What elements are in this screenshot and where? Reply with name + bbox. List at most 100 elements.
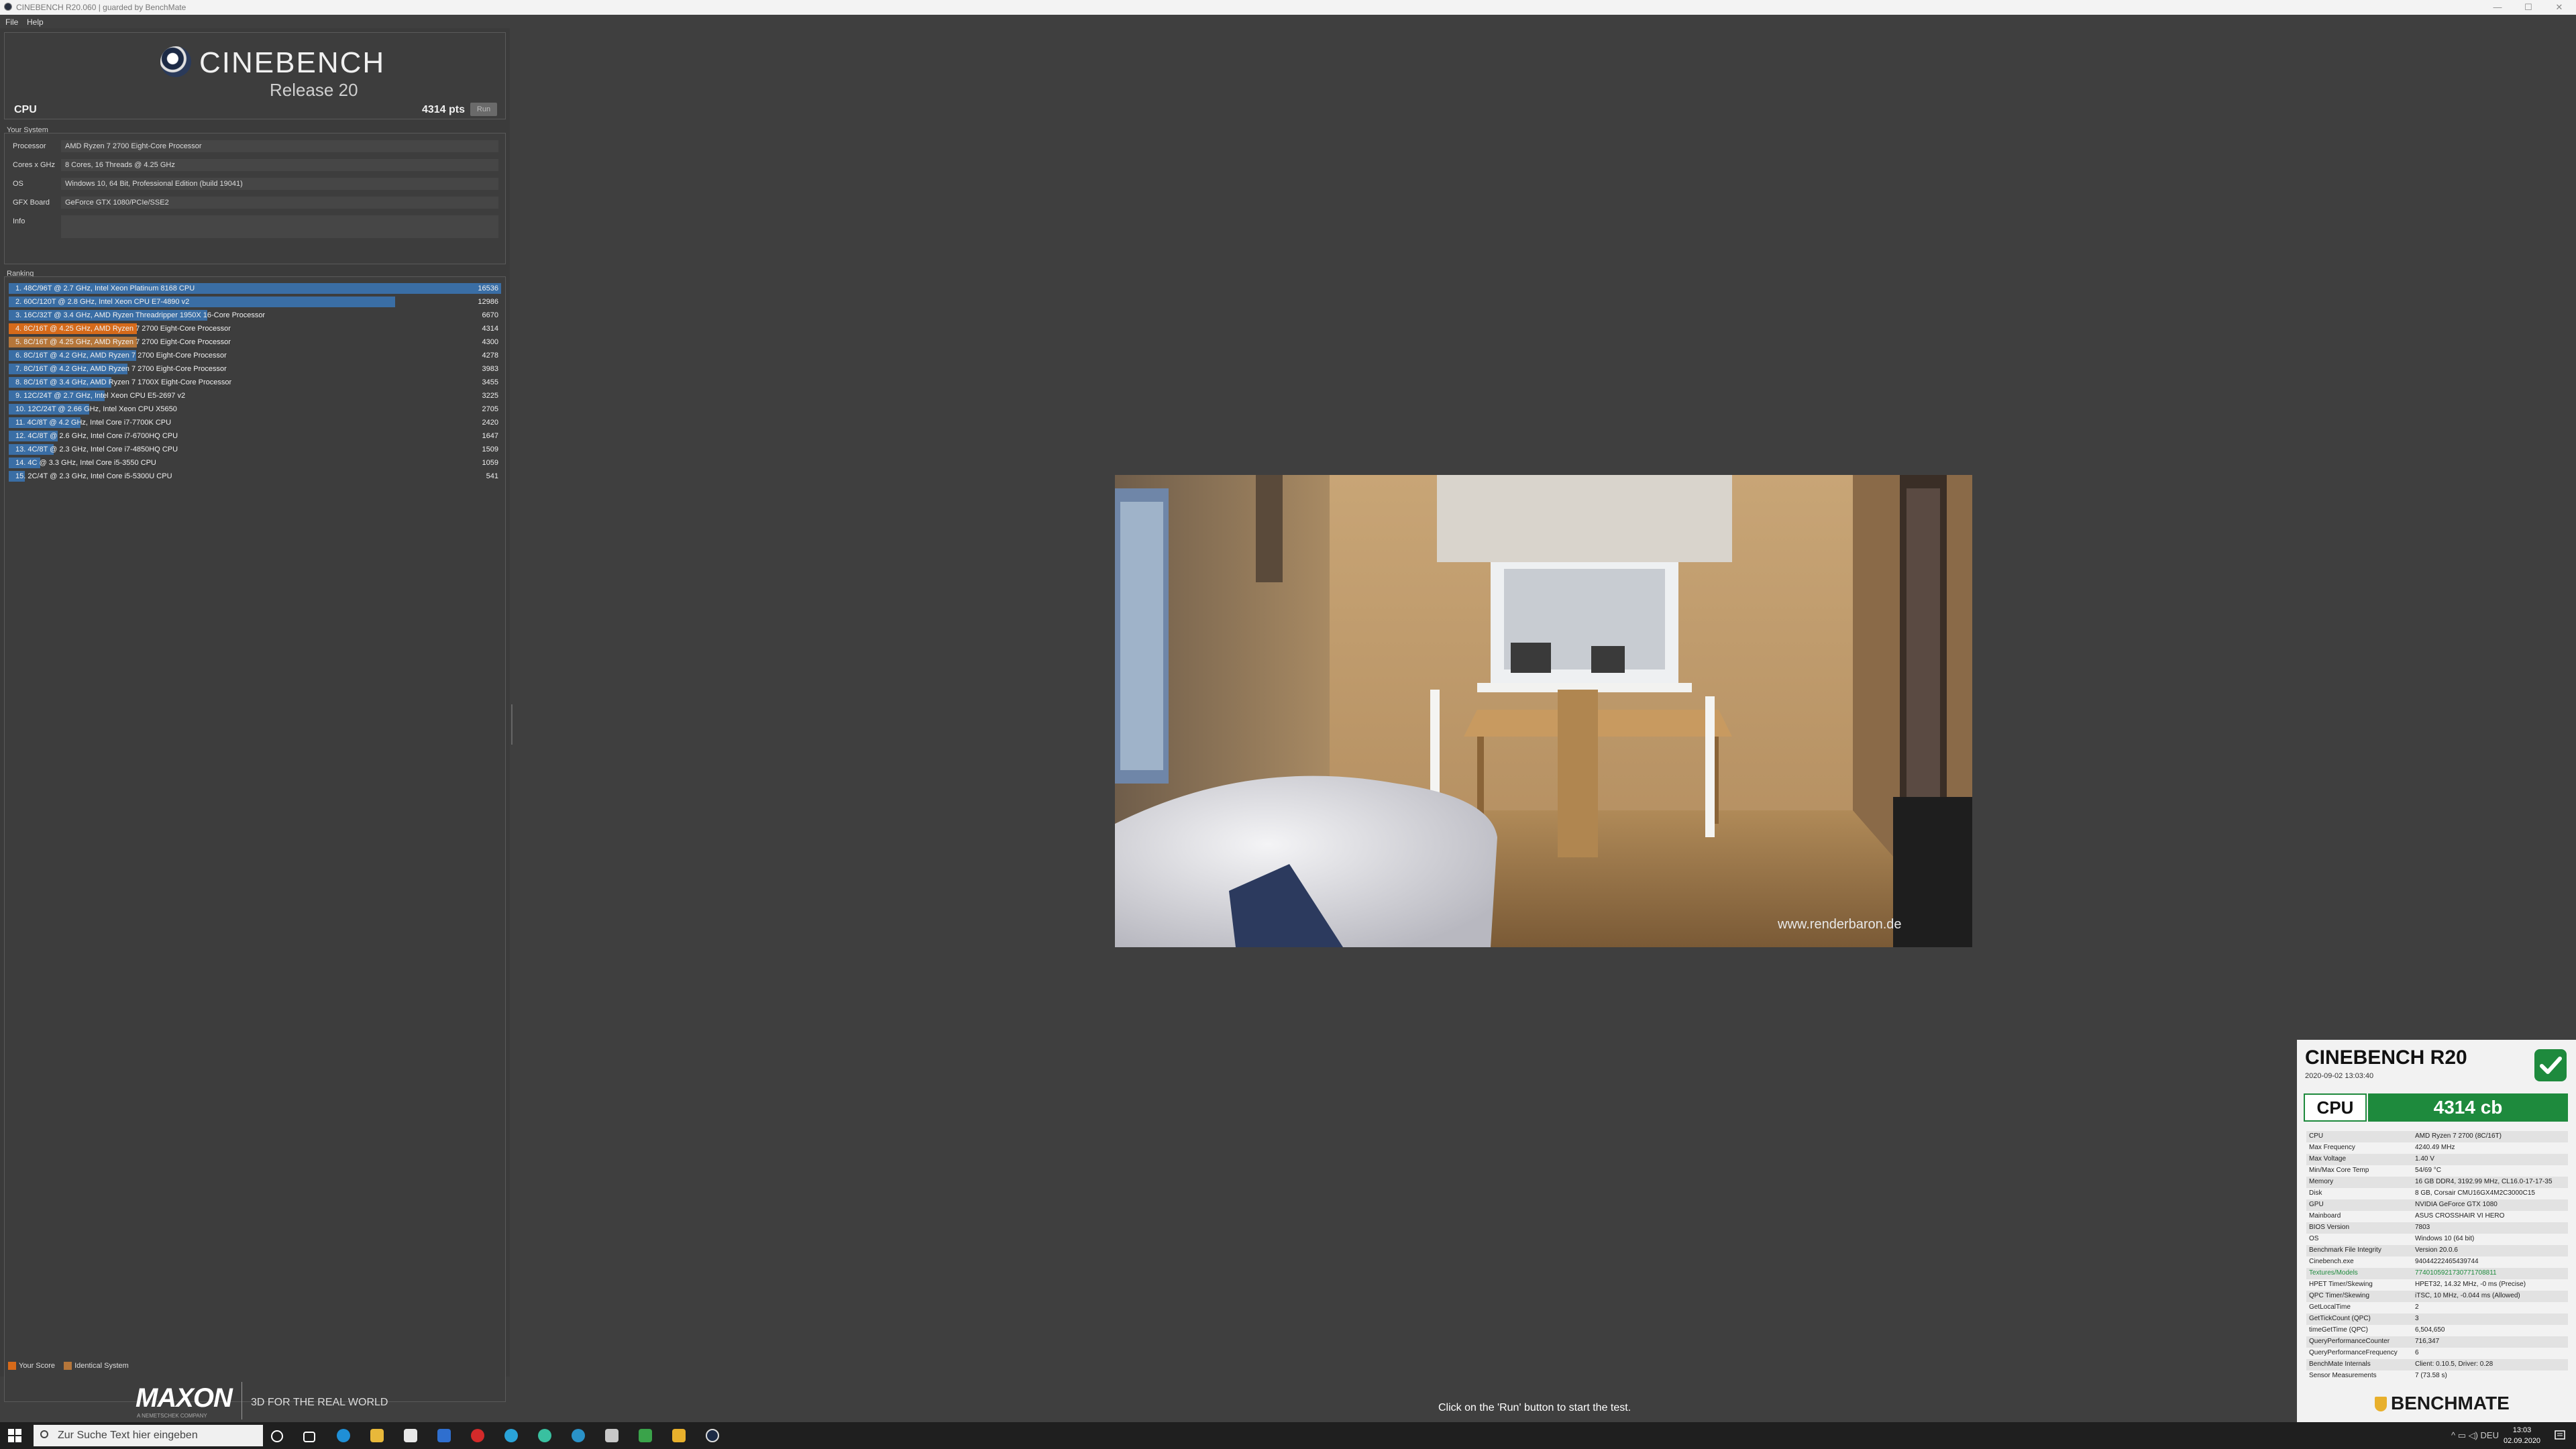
ranking-row[interactable]: 4. 8C/16T @ 4.25 GHz, AMD Ryzen 7 2700 E… <box>9 323 501 335</box>
menu-bar: File Help <box>0 15 2576 28</box>
system-tray[interactable]: ^ ▭ ◁) DEU <box>2451 1430 2499 1441</box>
ranking-label: 3. 16C/32T @ 3.4 GHz, AMD Ryzen Threadri… <box>15 311 266 319</box>
benchmate-taskbar-icon[interactable] <box>672 1429 686 1442</box>
benchmate-row: Min/Max Core Temp 54/69 °C <box>2306 1165 2568 1177</box>
store-icon[interactable] <box>404 1429 417 1442</box>
ranking-label: 11. 4C/8T @ 4.2 GHz, Intel Core i7-7700K… <box>15 419 172 427</box>
ranking-row[interactable]: 12. 4C/8T @ 2.6 GHz, Intel Core i7-6700H… <box>9 430 501 442</box>
benchmate-row: QueryPerformanceCounter 716,347 <box>2306 1336 2568 1348</box>
panel-splitter[interactable] <box>511 704 513 745</box>
clock-date: 02.09.2020 <box>2504 1437 2541 1445</box>
sys-row-gfx: GFX Board GeForce GTX 1080/PCIe/SSE2 <box>9 197 501 209</box>
menu-file[interactable]: File <box>5 17 18 27</box>
window-title: CINEBENCH R20.060 | guarded by BenchMate <box>16 3 186 12</box>
benchmate-title: CINEBENCH R20 <box>2305 1046 2467 1069</box>
benchmate-key: Memory <box>2309 1178 2334 1185</box>
taskbar-clock[interactable]: 13:03 02.09.2020 <box>2504 1425 2540 1446</box>
ranking-row[interactable]: 6. 8C/16T @ 4.2 GHz, AMD Ryzen 7 2700 Ei… <box>9 350 501 362</box>
opera-icon[interactable] <box>471 1429 484 1442</box>
benchmate-value: AMD Ryzen 7 2700 (8C/16T) <box>2415 1132 2502 1140</box>
benchmate-row: GetLocalTime 2 <box>2306 1302 2568 1313</box>
ranking-row[interactable]: 2. 60C/120T @ 2.8 GHz, Intel Xeon CPU E7… <box>9 296 501 308</box>
ranking-row[interactable]: 11. 4C/8T @ 4.2 GHz, Intel Core i7-7700K… <box>9 417 501 429</box>
benchmate-value: 7 (73.58 s) <box>2415 1372 2447 1379</box>
mail-icon[interactable] <box>437 1429 451 1442</box>
benchmate-row: QueryPerformanceFrequency 6 <box>2306 1348 2568 1359</box>
ranking-label: 8. 8C/16T @ 3.4 GHz, AMD Ryzen 7 1700X E… <box>15 378 232 386</box>
close-button[interactable]: ✕ <box>2544 0 2575 15</box>
title-bar[interactable]: CINEBENCH R20.060 | guarded by BenchMate… <box>0 0 2576 15</box>
ranking-row[interactable]: 8. 8C/16T @ 3.4 GHz, AMD Ryzen 7 1700X E… <box>9 376 501 388</box>
search-placeholder: Zur Suche Text hier eingeben <box>58 1430 198 1441</box>
sys-value: Windows 10, 64 Bit, Professional Edition… <box>61 178 498 190</box>
benchmate-key: QueryPerformanceCounter <box>2309 1338 2390 1345</box>
benchmate-value: 716,347 <box>2415 1338 2440 1345</box>
legend-your-score: Your Score <box>19 1362 56 1370</box>
windows-start-icon[interactable] <box>8 1429 21 1442</box>
ranking-score: 6670 <box>482 311 498 319</box>
benchmate-value: 3 <box>2415 1315 2419 1322</box>
ranking-row[interactable]: 13. 4C/8T @ 2.3 GHz, Intel Core i7-4850H… <box>9 443 501 455</box>
benchmate-value: Client: 0.10.5, Driver: 0.28 <box>2415 1360 2493 1368</box>
app-icon-window[interactable] <box>605 1429 619 1442</box>
maximize-button[interactable]: ☐ <box>2513 0 2544 15</box>
ranking-row[interactable]: 9. 12C/24T @ 2.7 GHz, Intel Xeon CPU E5-… <box>9 390 501 402</box>
ranking-score: 4314 <box>482 325 498 333</box>
legend: Your Score Identical System <box>8 1362 129 1371</box>
run-button[interactable]: Run <box>470 103 497 116</box>
ranking-label: 9. 12C/24T @ 2.7 GHz, Intel Xeon CPU E5-… <box>15 392 186 400</box>
menu-help[interactable]: Help <box>27 17 44 27</box>
ranking-label: 5. 8C/16T @ 4.25 GHz, AMD Ryzen 7 2700 E… <box>15 338 231 346</box>
cinebench-app-icon <box>4 3 12 11</box>
benchmate-key: GPU <box>2309 1201 2324 1208</box>
taskbar-search-box[interactable]: Zur Suche Text hier eingeben <box>34 1425 263 1446</box>
logo-release: Release 20 <box>270 80 358 100</box>
benchmate-value: NVIDIA GeForce GTX 1080 <box>2415 1201 2498 1208</box>
ranking-score: 16536 <box>478 284 498 292</box>
ranking-row[interactable]: 15. 2C/4T @ 2.3 GHz, Intel Core i5-5300U… <box>9 470 501 482</box>
ranking-row[interactable]: 3. 16C/32T @ 3.4 GHz, AMD Ryzen Threadri… <box>9 309 501 321</box>
ranking-row[interactable]: 14. 4C @ 3.3 GHz, Intel Core i5-3550 CPU… <box>9 457 501 469</box>
ranking-row[interactable]: 1. 48C/96T @ 2.7 GHz, Intel Xeon Platinu… <box>9 282 501 294</box>
taskbar: Zur Suche Text hier eingeben ^ ▭ ◁) DEU … <box>0 1422 2576 1449</box>
benchmate-value: 94044222465439744 <box>2415 1258 2479 1265</box>
benchmate-score: 4314 cb <box>2368 1093 2568 1122</box>
benchmate-row: Mainboard ASUS CROSSHAIR VI HERO <box>2306 1211 2568 1222</box>
benchmate-row: timeGetTime (QPC) 6,504,650 <box>2306 1325 2568 1336</box>
benchmate-key: Mainboard <box>2309 1212 2341 1220</box>
ranking-score: 3455 <box>482 378 498 386</box>
benchmate-row: Benchmark File Integrity Version 20.0.6 <box>2306 1245 2568 1256</box>
ranking-box: 1. 48C/96T @ 2.7 GHz, Intel Xeon Platinu… <box>4 276 506 1402</box>
ranking-row[interactable]: 5. 8C/16T @ 4.25 GHz, AMD Ryzen 7 2700 E… <box>9 336 501 348</box>
file-explorer-icon[interactable] <box>370 1429 384 1442</box>
task-view-icon[interactable] <box>303 1432 315 1442</box>
sys-value: 8 Cores, 16 Threads @ 4.25 GHz <box>61 159 498 171</box>
telegram-icon[interactable] <box>504 1429 518 1442</box>
benchmate-value: 2 <box>2415 1303 2419 1311</box>
cinebench-logo-icon <box>160 46 191 77</box>
benchmate-panel: CINEBENCH R20 2020-09-02 13:03:40 CPU 43… <box>2297 1040 2576 1422</box>
xbox-icon[interactable] <box>639 1429 652 1442</box>
ranking-label: 6. 8C/16T @ 4.2 GHz, AMD Ryzen 7 2700 Ei… <box>15 352 227 360</box>
cinebench-taskbar-icon[interactable] <box>706 1429 719 1442</box>
notification-icon[interactable] <box>2553 1429 2567 1442</box>
minimize-button[interactable]: — <box>2482 0 2513 15</box>
benchmate-row: GPU NVIDIA GeForce GTX 1080 <box>2306 1199 2568 1211</box>
info-field[interactable] <box>61 215 498 238</box>
sys-value: AMD Ryzen 7 2700 Eight-Core Processor <box>61 140 498 152</box>
ranking-score: 4278 <box>482 352 498 360</box>
render-scene-image: www.renderbaron.de <box>1115 475 1972 947</box>
header-box: CINEBENCH Release 20 CPU 4314 pts Run <box>4 32 506 119</box>
benchmate-value: HPET32, 14.32 MHz, -0 ms (Precise) <box>2415 1281 2526 1288</box>
ranking-row[interactable]: 7. 8C/16T @ 4.2 GHz, AMD Ryzen 7 2700 Ei… <box>9 363 501 375</box>
app-icon-teal[interactable] <box>538 1429 551 1442</box>
edge-icon[interactable] <box>337 1429 350 1442</box>
cortana-icon[interactable] <box>271 1430 283 1442</box>
app-icon-blue[interactable] <box>572 1429 585 1442</box>
ranking-row[interactable]: 10. 12C/24T @ 2.66 GHz, Intel Xeon CPU X… <box>9 403 501 415</box>
benchmate-key: BenchMate Internals <box>2309 1360 2371 1368</box>
benchmate-value: ASUS CROSSHAIR VI HERO <box>2415 1212 2505 1220</box>
ranking-score: 1509 <box>482 445 498 453</box>
benchmate-value: 4240.49 MHz <box>2415 1144 2455 1151</box>
sys-label: Info <box>13 217 25 225</box>
